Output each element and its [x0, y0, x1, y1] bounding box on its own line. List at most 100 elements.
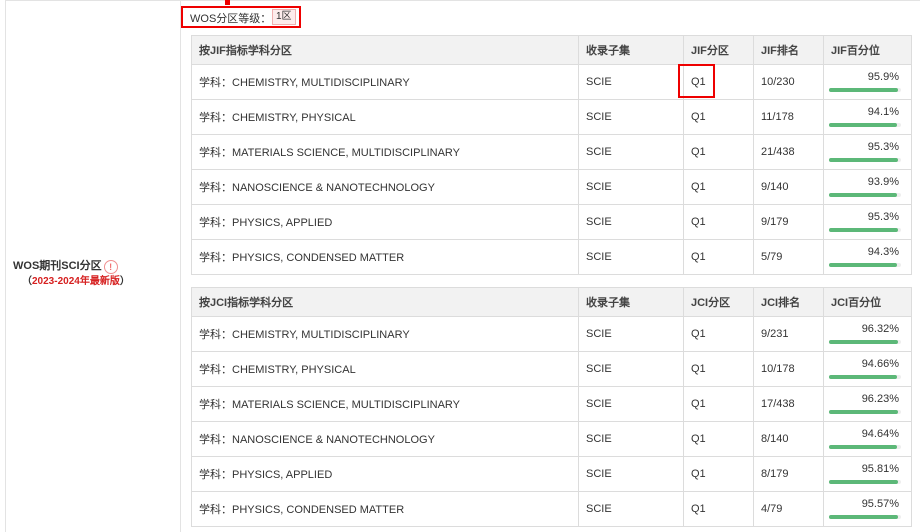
percentile-value: 93.9%	[867, 176, 899, 188]
subset-cell: SCIE	[578, 239, 684, 275]
rank-cell: 8/140	[753, 421, 824, 457]
percentile-bar	[829, 88, 901, 92]
rank-cell: 9/140	[753, 169, 824, 205]
table-row: 学科：PHYSICS, APPLIED SCIE Q1 8/179 95.81%	[191, 456, 912, 492]
subset-cell: SCIE	[578, 351, 684, 387]
percentile-cell: 96.23%	[823, 386, 912, 422]
table-row: 学科：PHYSICS, CONDENSED MATTER SCIE Q1 5/79 94…	[191, 239, 912, 275]
percentile-value: 95.3%	[867, 211, 899, 223]
subset-cell: SCIE	[578, 491, 684, 527]
edition-text: 2023-2024年最新版	[32, 276, 120, 287]
table-row: 学科：CHEMISTRY, MULTIDISCIPLINARY SCIE Q1 10/…	[191, 64, 912, 100]
jci-header-quartile: JCI分区	[683, 287, 754, 317]
percentile-value: 94.66%	[861, 358, 899, 370]
percentile-bar-fill	[829, 340, 899, 344]
table-row: 学科：CHEMISTRY, PHYSICAL SCIE Q1 11/178 94.1%	[191, 99, 912, 135]
jif-header-percentile: JIF百分位	[823, 35, 912, 65]
percentile-cell: 94.64%	[823, 421, 912, 457]
percentile-bar-fill	[829, 515, 898, 519]
rank-cell: 5/79	[753, 239, 824, 275]
grade-label: WOS分区等级：	[190, 13, 272, 25]
subject-cell: 学科：CHEMISTRY, PHYSICAL	[191, 351, 579, 387]
rank-cell: 4/79	[753, 491, 824, 527]
table-row: 学科：PHYSICS, APPLIED SCIE Q1 9/179 95.3%	[191, 204, 912, 240]
rank-cell: 10/178	[753, 351, 824, 387]
jci-table: 按JCI指标学科分区 收录子集 JCI分区 JCI排名 JCI百分位 学科：CHEMIS…	[191, 287, 912, 527]
rank-cell: 9/231	[753, 316, 824, 352]
quartile-cell: Q1	[683, 491, 754, 527]
quartile-cell: Q1	[683, 456, 754, 492]
jif-header-subject: 按JIF指标学科分区	[191, 35, 579, 65]
percentile-bar	[829, 123, 901, 127]
jci-header-row: 按JCI指标学科分区 收录子集 JCI分区 JCI排名 JCI百分位	[191, 287, 912, 317]
table-row: 学科：CHEMISTRY, PHYSICAL SCIE Q1 10/178 94.66%	[191, 351, 912, 387]
percentile-value: 95.3%	[867, 141, 899, 153]
percentile-bar-fill	[829, 228, 898, 232]
percentile-bar-fill	[829, 193, 897, 197]
jif-table: 按JIF指标学科分区 收录子集 JIF分区 JIF排名 JIF百分位 学科：CHEMIS…	[191, 35, 912, 275]
percentile-bar	[829, 480, 901, 484]
percentile-value: 95.9%	[867, 71, 899, 83]
subject-cell: 学科：MATERIALS SCIENCE, MULTIDISCIPLINARY	[191, 386, 579, 422]
percentile-bar-fill	[829, 410, 899, 414]
quartile-cell: Q1	[683, 204, 754, 240]
percentile-value: 95.81%	[861, 463, 899, 475]
percentile-value: 94.1%	[867, 106, 899, 118]
subject-cell: 学科：CHEMISTRY, MULTIDISCIPLINARY	[191, 64, 579, 100]
subset-cell: SCIE	[578, 386, 684, 422]
jif-header-row: 按JIF指标学科分区 收录子集 JIF分区 JIF排名 JIF百分位	[191, 35, 912, 65]
highlight-marker	[225, 0, 230, 5]
quartile-cell: Q1	[683, 316, 754, 352]
percentile-cell: 93.9%	[823, 169, 912, 205]
percentile-cell: 95.81%	[823, 456, 912, 492]
percentile-bar	[829, 193, 901, 197]
subset-cell: SCIE	[578, 134, 684, 170]
wos-sci-title: WOS期刊SCI分区	[13, 260, 102, 272]
percentile-bar	[829, 228, 901, 232]
subject-cell: 学科：NANOSCIENCE & NANOTECHNOLOGY	[191, 421, 579, 457]
row-label-cell: WOS期刊SCI分区! （2023-2024年最新版）	[5, 1, 181, 532]
rank-cell: 8/179	[753, 456, 824, 492]
jif-header-quartile: JIF分区	[683, 35, 754, 65]
jif-header-subset: 收录子集	[578, 35, 684, 65]
quartile-cell: Q1	[683, 169, 754, 205]
subject-cell: 学科：CHEMISTRY, PHYSICAL	[191, 99, 579, 135]
subset-cell: SCIE	[578, 421, 684, 457]
subset-cell: SCIE	[578, 316, 684, 352]
subset-cell: SCIE	[578, 64, 684, 100]
percentile-bar-fill	[829, 88, 899, 92]
table-row: 学科：NANOSCIENCE & NANOTECHNOLOGY SCIE Q1 9/1…	[191, 169, 912, 205]
rank-cell: 21/438	[753, 134, 824, 170]
subset-cell: SCIE	[578, 169, 684, 205]
table-row: 学科：MATERIALS SCIENCE, MULTIDISCIPLINARY S…	[191, 386, 912, 422]
subject-cell: 学科：PHYSICS, APPLIED	[191, 204, 579, 240]
percentile-bar	[829, 263, 901, 267]
edition-paren-close: ）	[119, 276, 130, 287]
percentile-bar	[829, 445, 901, 449]
percentile-cell: 94.3%	[823, 239, 912, 275]
subset-cell: SCIE	[578, 99, 684, 135]
jif-body: 学科：CHEMISTRY, MULTIDISCIPLINARY SCIE Q1 10/…	[191, 64, 912, 275]
percentile-bar-fill	[829, 123, 897, 127]
percentile-bar-fill	[829, 375, 898, 379]
jci-header-subject: 按JCI指标学科分区	[191, 287, 579, 317]
jci-header-rank: JCI排名	[753, 287, 824, 317]
percentile-cell: 95.3%	[823, 134, 912, 170]
percentile-bar	[829, 340, 901, 344]
rank-cell: 9/179	[753, 204, 824, 240]
subject-cell: 学科：MATERIALS SCIENCE, MULTIDISCIPLINARY	[191, 134, 579, 170]
subject-cell: 学科：PHYSICS, CONDENSED MATTER	[191, 491, 579, 527]
edition-note: （2023-2024年最新版）	[22, 272, 130, 287]
percentile-cell: 95.57%	[823, 491, 912, 527]
table-row: 学科：MATERIALS SCIENCE, MULTIDISCIPLINARY S…	[191, 134, 912, 170]
table-row: 学科：NANOSCIENCE & NANOTECHNOLOGY SCIE Q1 8/1…	[191, 421, 912, 457]
percentile-value: 95.57%	[861, 498, 899, 510]
percentile-bar	[829, 410, 901, 414]
jci-body: 学科：CHEMISTRY, MULTIDISCIPLINARY SCIE Q1 9/2…	[191, 316, 912, 527]
percentile-bar	[829, 158, 901, 162]
jci-header-percentile: JCI百分位	[823, 287, 912, 317]
subject-cell: 学科：CHEMISTRY, MULTIDISCIPLINARY	[191, 316, 579, 352]
percentile-cell: 95.3%	[823, 204, 912, 240]
percentile-bar-fill	[829, 445, 898, 449]
quartile-cell: Q1	[683, 386, 754, 422]
